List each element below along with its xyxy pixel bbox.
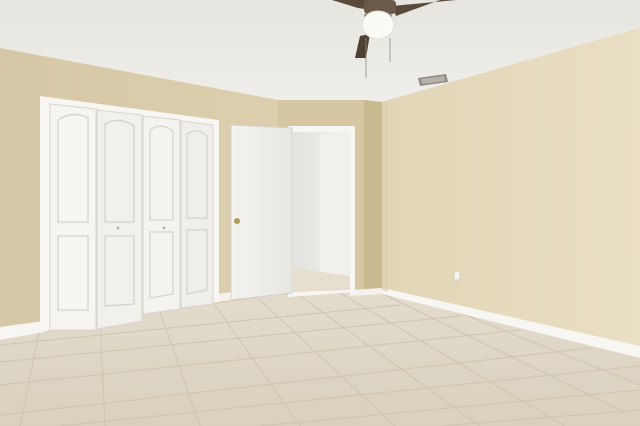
closet-door-4 <box>180 120 214 309</box>
closet-knob-left <box>116 226 120 230</box>
corner-shade <box>382 101 388 292</box>
empty-bedroom-photo <box>0 0 640 426</box>
closet-door-1 <box>49 103 97 331</box>
hallway-side <box>320 132 350 276</box>
closet-door-3 <box>142 115 181 315</box>
doorway <box>288 126 355 297</box>
recess-side-wall <box>364 100 382 292</box>
door-knob <box>234 218 240 224</box>
fan-light-globe <box>361 10 395 40</box>
closet-door-2 <box>96 109 143 330</box>
open-door <box>230 124 293 301</box>
closet <box>40 96 219 332</box>
electrical-outlet <box>453 270 461 281</box>
closet-knob-right <box>162 226 166 230</box>
